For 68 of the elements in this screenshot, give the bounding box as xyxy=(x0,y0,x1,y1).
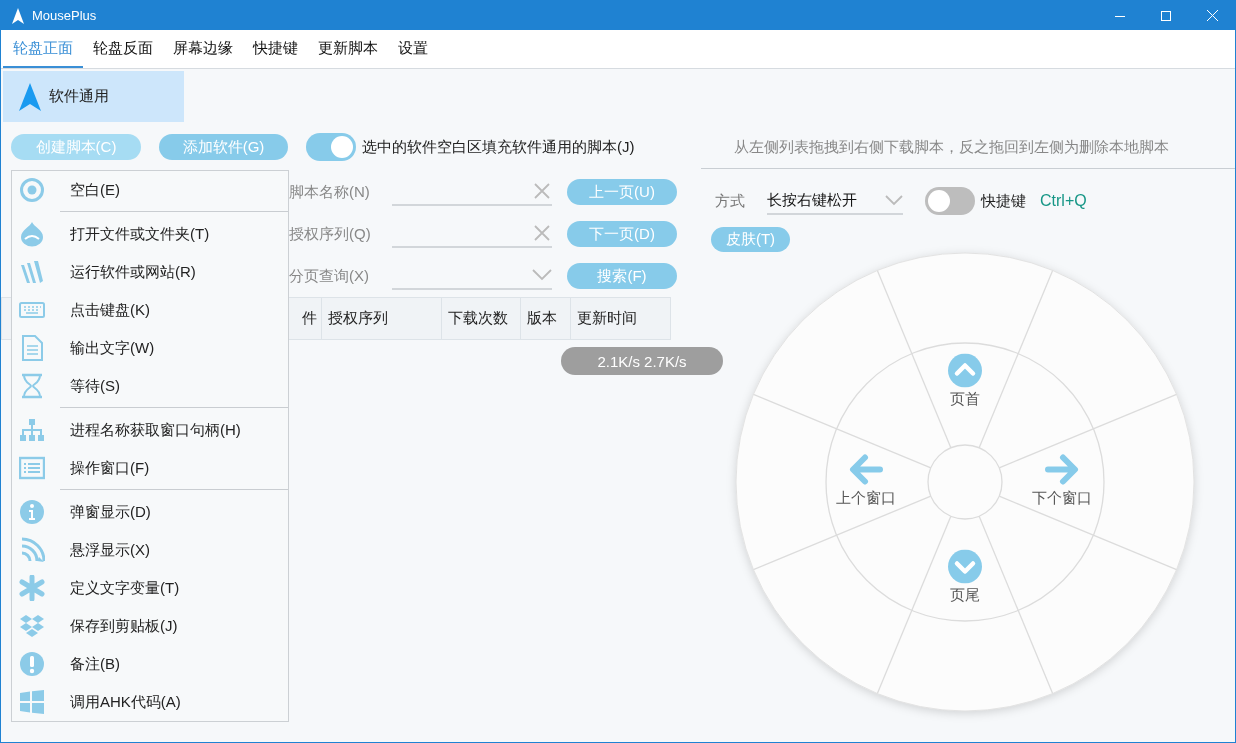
speed-badge: 2.1K/s 2.7K/s xyxy=(561,347,723,375)
close-icon[interactable] xyxy=(1206,10,1218,21)
feed-icon xyxy=(19,537,45,563)
maximize-icon[interactable] xyxy=(1161,10,1171,21)
app-logo-icon xyxy=(12,7,24,24)
menu-item[interactable]: 空白(E) xyxy=(12,171,288,209)
hourglass-icon xyxy=(19,373,45,399)
wheel-label[interactable]: 页首 xyxy=(950,389,980,409)
wheel-label[interactable]: 上个窗口 xyxy=(836,488,896,508)
info-icon xyxy=(19,499,45,525)
menu-item[interactable]: 等待(S) xyxy=(12,367,288,405)
tab[interactable]: 更新脚本 xyxy=(308,30,388,68)
field-label: 分页查询(X) xyxy=(289,266,370,286)
exclamation-icon xyxy=(19,651,45,677)
menu-item[interactable]: 调用AHK代码(A) xyxy=(12,683,288,721)
mode-dropdown[interactable]: 长按右键松开 xyxy=(767,187,903,215)
windows-icon xyxy=(19,689,45,715)
tab[interactable]: 屏幕边缘 xyxy=(163,30,243,68)
field-label: 脚本名称(N) xyxy=(289,182,371,202)
navigation-arrow-icon xyxy=(19,82,41,111)
list-window-icon xyxy=(19,455,45,481)
column-header[interactable]: 更新时间 xyxy=(577,309,638,328)
target-icon xyxy=(19,177,45,203)
chevron-down-icon xyxy=(885,194,903,206)
toggle-label: 快捷键 xyxy=(981,191,1026,211)
column-header[interactable]: 授权序列 xyxy=(328,309,388,328)
document-icon xyxy=(19,335,45,361)
menu-item[interactable]: 操作窗口(F) xyxy=(12,449,288,487)
field-label: 授权序列(Q) xyxy=(289,224,372,244)
toggle-switch[interactable] xyxy=(306,133,356,161)
menu-item[interactable]: 打开文件或文件夹(T) xyxy=(12,215,288,253)
column-header[interactable]: 件 xyxy=(302,309,317,328)
window-title: MousePlus xyxy=(32,8,98,23)
menu-item[interactable]: 弹窗显示(D) xyxy=(12,493,288,531)
asterisk-icon xyxy=(19,575,45,601)
arrow-right-icon xyxy=(1045,452,1079,487)
menu-item[interactable]: 定义文字变量(T) xyxy=(12,569,288,607)
chevron-down-icon xyxy=(532,269,552,281)
menu-item[interactable]: 运行软件或网站(R) xyxy=(12,253,288,291)
sidebar-item[interactable]: 软件通用 xyxy=(3,71,184,122)
toggle-switch[interactable] xyxy=(925,187,975,215)
stripes-icon xyxy=(19,259,45,285)
menu-item[interactable]: 输出文字(W) xyxy=(12,329,288,367)
tab[interactable]: 轮盘正面 xyxy=(3,30,83,68)
menu-item[interactable]: 保存到剪贴板(J) xyxy=(12,607,288,645)
column-header[interactable]: 版本 xyxy=(527,309,558,328)
toggle-label: 选中的软件空白区填充软件通用的脚本(J) xyxy=(362,137,635,157)
tab[interactable]: 轮盘反面 xyxy=(83,30,163,68)
arrow-left-icon xyxy=(849,452,883,487)
tab[interactable]: 快捷键 xyxy=(243,30,308,68)
chevron-up-icon xyxy=(948,353,982,388)
hint-text: 从左侧列表拖拽到右侧下载脚本，反之拖回到左侧为删除本地脚本 xyxy=(734,137,1169,157)
column-header[interactable]: 下载次数 xyxy=(447,309,508,328)
clear-icon[interactable] xyxy=(534,183,550,199)
mode-label: 方式 xyxy=(714,191,746,211)
clear-icon[interactable] xyxy=(534,225,550,241)
drop-icon xyxy=(19,221,45,247)
shortcut-text: Ctrl+Q xyxy=(1040,192,1087,210)
wheel-label[interactable]: 下个窗口 xyxy=(1032,488,1092,508)
menu-item[interactable]: 点击键盘(K) xyxy=(12,291,288,329)
boxes-icon xyxy=(19,613,45,639)
wheel-label[interactable]: 页尾 xyxy=(950,585,980,605)
menu-item[interactable]: 备注(B) xyxy=(12,645,288,683)
chevron-down-icon xyxy=(948,549,982,584)
sitemap-icon xyxy=(19,417,45,443)
menu-item[interactable]: 进程名称获取窗口句柄(H) xyxy=(12,411,288,449)
tab[interactable]: 设置 xyxy=(388,30,438,68)
menu-item[interactable]: 悬浮显示(X) xyxy=(12,531,288,569)
